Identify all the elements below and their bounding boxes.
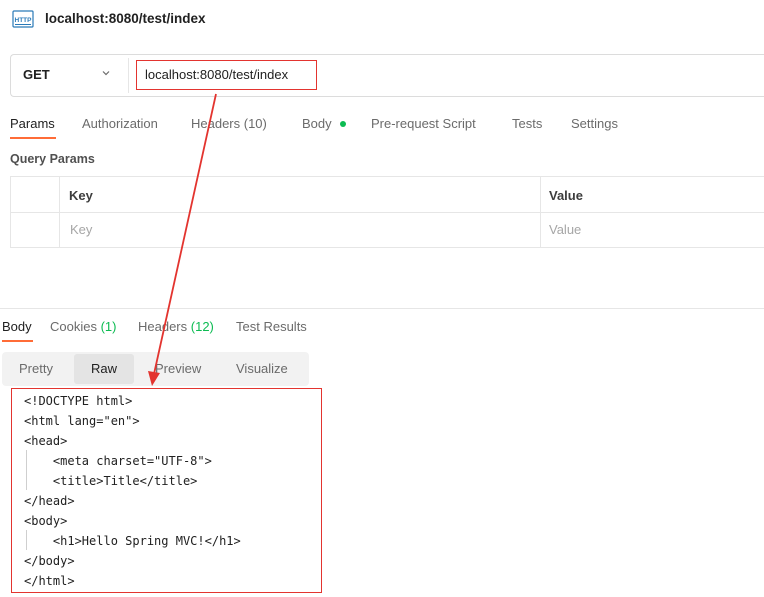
table-col-divider: [59, 176, 60, 248]
format-preview[interactable]: Preview: [155, 361, 201, 376]
param-value-input[interactable]: Value: [549, 222, 581, 237]
tab-settings[interactable]: Settings: [571, 116, 618, 131]
http-request-icon: HTTP: [12, 10, 34, 28]
table-col-divider: [540, 176, 541, 248]
tab-headers[interactable]: Headers (10): [191, 116, 267, 131]
format-visualize[interactable]: Visualize: [236, 361, 288, 376]
pane-divider[interactable]: [0, 308, 764, 309]
method-select[interactable]: GET: [23, 67, 50, 82]
tab-params-underline: [10, 137, 56, 139]
response-tab-underline: [2, 340, 33, 342]
http-icon-text: HTTP: [15, 17, 33, 24]
headers-count: (12): [190, 319, 214, 334]
column-header-value: Value: [549, 188, 583, 203]
body-indicator-dot: [340, 121, 346, 127]
code-line: <h1>Hello Spring MVC!</h1>: [24, 534, 241, 548]
url-input[interactable]: localhost:8080/test/index: [145, 67, 288, 82]
table-header-divider: [10, 212, 764, 213]
cookies-count: (1): [100, 319, 117, 334]
param-key-input[interactable]: Key: [70, 222, 92, 237]
code-line: <meta charset="UTF-8">: [24, 454, 212, 468]
tab-params[interactable]: Params: [10, 116, 55, 131]
response-tab-body[interactable]: Body: [2, 319, 32, 334]
method-divider: [128, 58, 129, 93]
code-line: </head>: [24, 494, 75, 508]
code-line: <!DOCTYPE html>: [24, 394, 133, 408]
code-line: <title>Title</title>: [24, 474, 198, 488]
format-pretty[interactable]: Pretty: [19, 361, 53, 376]
query-params-heading: Query Params: [10, 152, 95, 166]
cookies-label: Cookies: [50, 319, 97, 334]
code-line: <head>: [24, 434, 68, 448]
response-tab-test-results[interactable]: Test Results: [236, 319, 307, 334]
code-line: <body>: [24, 514, 68, 528]
code-line: </body>: [24, 554, 75, 568]
tab-tests[interactable]: Tests: [512, 116, 542, 131]
request-bar: [10, 54, 764, 97]
column-header-key: Key: [69, 188, 93, 203]
headers-label: Headers: [138, 319, 188, 334]
code-line: <html lang="en">: [24, 414, 140, 428]
chevron-down-icon[interactable]: [101, 68, 111, 78]
tab-authorization[interactable]: Authorization: [82, 116, 158, 131]
tab-body[interactable]: Body: [302, 116, 332, 131]
response-tab-headers[interactable]: Headers (12): [138, 319, 214, 334]
request-title: localhost:8080/test/index: [45, 11, 206, 26]
tab-pre-request-script[interactable]: Pre-request Script: [371, 116, 476, 131]
code-line: </html>: [24, 574, 75, 588]
format-raw[interactable]: Raw: [91, 361, 117, 376]
response-tab-cookies[interactable]: Cookies (1): [50, 319, 116, 334]
